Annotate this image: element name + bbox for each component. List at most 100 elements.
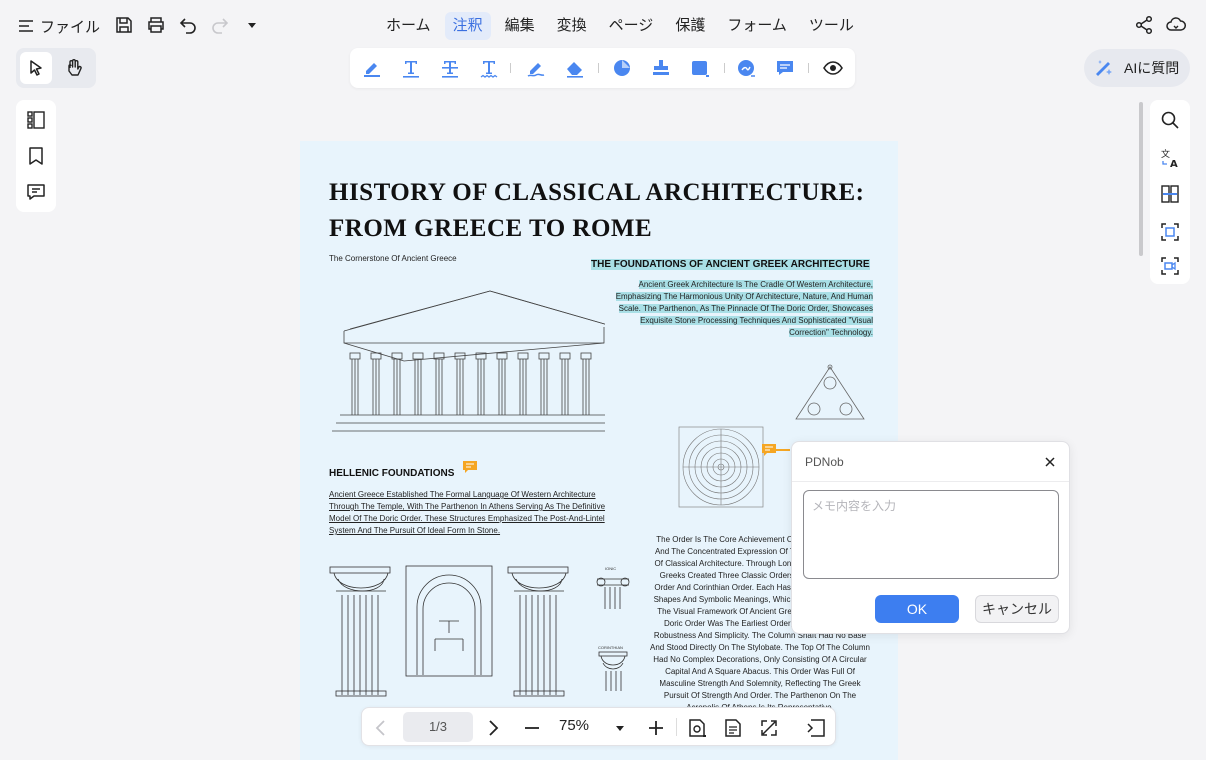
main-menu: ホーム 注釈 編集 変換 ページ 保護 フォーム ツール [378,12,862,40]
menu-tools[interactable]: ツール [801,12,862,40]
share-icon[interactable] [1134,15,1154,35]
zoom-in-icon[interactable] [645,717,667,739]
select-tool-button[interactable] [20,52,52,84]
corinthian-column-illustration [329,566,391,697]
dropdown-arrow-icon[interactable] [244,17,260,33]
document-title: HISTORY OF CLASSICAL ARCHITECTURE: FROM … [329,175,869,247]
svg-text:A: A [1170,159,1178,168]
close-button[interactable] [1040,452,1060,472]
left-sidebar [16,100,56,212]
menu-edit[interactable]: 編集 [497,12,543,40]
concentric-circles-diagram [678,426,764,508]
menu-form[interactable]: フォーム [719,12,795,40]
toolbar-separator [724,63,725,73]
hamburger-icon [19,20,33,32]
page-view-icon[interactable] [686,717,708,739]
zoom-level[interactable]: 75% [559,717,589,734]
corinthian-capital-illustration [598,651,628,691]
menu-convert[interactable]: 変換 [549,12,595,40]
chevron-right-icon[interactable] [482,717,504,739]
underline-text-icon[interactable] [400,57,422,79]
section-heading-text: THE FOUNDATIONS OF ANCIENT GREEK ARCHITE… [591,259,870,270]
strikethrough-text-icon[interactable] [439,57,461,79]
svg-text:文: 文 [1161,148,1170,160]
menu-protect[interactable]: 保護 [667,12,713,40]
crop-icon[interactable] [1160,222,1180,242]
toolbar-separator [510,63,511,73]
cloud-icon[interactable] [1166,15,1186,35]
title-line-2: FROM GREECE TO ROME [329,215,653,242]
ask-ai-label: AIに質問 [1124,60,1180,76]
page-indicator[interactable]: 1/3 [403,712,473,742]
file-menu[interactable]: ファイル [18,14,100,38]
title-line-1: HISTORY OF CLASSICAL ARCHITECTURE: [329,179,865,206]
corinthian-column-illustration [507,566,569,697]
chevron-left-icon[interactable] [370,717,392,739]
parthenon-illustration [332,290,605,432]
pen-icon[interactable] [525,57,547,79]
comment-marker-icon[interactable] [762,444,776,456]
fullscreen-icon[interactable] [758,717,780,739]
right-sidebar: 文A [1150,100,1190,284]
ai-sparkle-icon [1096,60,1112,76]
save-icon[interactable] [114,15,134,35]
undo-icon[interactable] [178,15,198,35]
collapse-panel-icon[interactable] [805,717,827,739]
popup-divider [792,481,1069,482]
toolbar-separator [598,63,599,73]
file-menu-label: ファイル [40,18,101,36]
triangle-diagram [795,364,865,420]
paragraph-1: Ancient Greek Architecture Is The Cradle… [610,279,873,339]
search-icon[interactable] [1160,110,1180,130]
subtitle: The Cornerstone Of Ancient Greece [329,254,457,263]
ionic-capital-illustration [596,577,630,609]
signature-icon[interactable] [735,57,757,79]
cursor-icon [30,60,42,76]
zoom-dropdown-icon[interactable] [612,720,628,736]
eye-icon[interactable] [822,57,844,79]
cancel-button[interactable]: キャンセル [975,595,1059,623]
toolbar-separator [808,63,809,73]
top-bar: ファイル ホーム 注釈 編集 変換 ページ 保護 フォーム ツール [0,0,1206,52]
hand-tool-button[interactable] [58,52,90,84]
thumbnails-icon[interactable] [26,110,46,130]
bottom-navigation-bar: 1/3 75% [361,707,836,746]
popup-title: PDNob [805,455,844,469]
menu-home[interactable]: ホーム [378,12,439,40]
corinthian-label: CORINTHIAN [598,645,623,650]
stamp-icon[interactable] [650,57,672,79]
zoom-out-icon[interactable] [521,717,543,739]
bookmark-icon[interactable] [26,146,46,166]
page-layout-icon[interactable] [722,717,744,739]
note-icon[interactable] [774,57,796,79]
memo-input[interactable] [803,490,1059,579]
comment-connector [776,449,790,451]
annotation-toolbar [350,48,855,88]
ocr-compare-icon[interactable] [1160,184,1180,204]
screen-record-icon[interactable] [1160,256,1180,276]
highlight-icon[interactable] [361,57,383,79]
menu-page[interactable]: ページ [601,12,662,40]
menu-annotation[interactable]: 注釈 [444,12,491,40]
squiggly-text-icon[interactable] [478,57,500,79]
comments-icon[interactable] [26,182,46,202]
ask-ai-button[interactable]: AIに質問 [1084,49,1190,87]
pointer-tool-group [16,48,96,88]
hellenic-heading: HELLENIC FOUNDATIONS [329,468,455,479]
paragraph-2-text: Ancient Greece Established The Formal La… [329,490,606,535]
redo-icon[interactable] [210,15,230,35]
bottom-separator [676,718,677,736]
textbox-icon[interactable] [689,57,711,79]
comment-marker-icon[interactable] [463,461,477,473]
arch-illustration [405,565,493,677]
print-icon[interactable] [146,15,166,35]
translate-icon[interactable]: 文A [1160,148,1180,168]
shape-icon[interactable] [611,57,633,79]
hand-icon [68,59,82,76]
section-heading: THE FOUNDATIONS OF ANCIENT GREEK ARCHITE… [591,259,870,270]
ok-button[interactable]: OK [875,595,959,623]
scrollbar[interactable] [1139,102,1143,256]
eraser-icon[interactable] [564,57,586,79]
paragraph-2: Ancient Greece Established The Formal La… [329,489,619,537]
paragraph-1-text: Ancient Greek Architecture Is The Cradle… [615,280,873,337]
